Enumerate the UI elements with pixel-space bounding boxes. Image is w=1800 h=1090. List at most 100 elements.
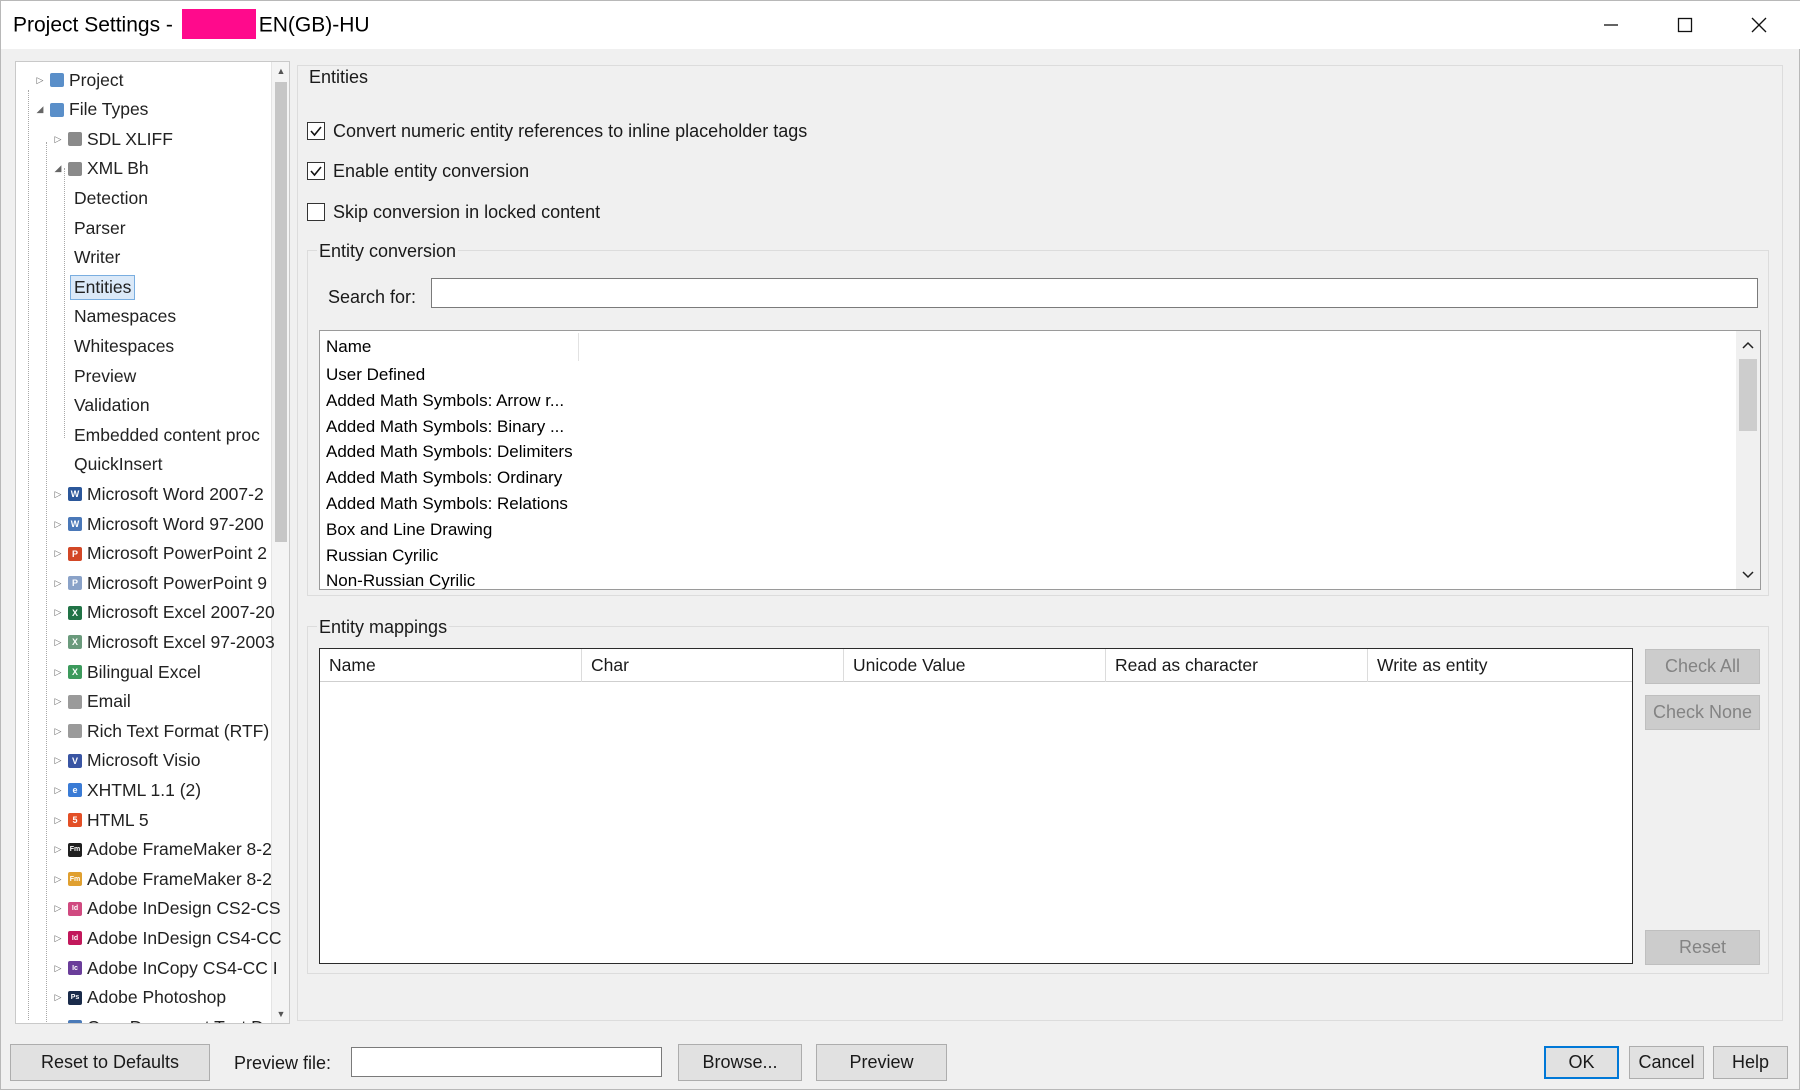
entity-set-list-item[interactable]: Added Math Symbols: Ordinary xyxy=(326,468,562,488)
reset-to-defaults-button[interactable]: Reset to Defaults xyxy=(10,1044,210,1081)
column-header-char[interactable]: Char xyxy=(582,649,844,682)
tree-item[interactable]: ▷ V Microsoft Visio xyxy=(55,747,201,775)
tree-item[interactable]: ▷ X Microsoft Excel 2007-20 xyxy=(55,599,275,627)
browse-button[interactable]: Browse... xyxy=(678,1044,802,1081)
tree-item[interactable]: ▷ 5 HTML 5 xyxy=(55,806,149,834)
tree-item[interactable]: ▷ X Microsoft Excel 97-2003 xyxy=(55,628,275,656)
collapsed-arrow-icon[interactable]: ▷ xyxy=(53,696,63,707)
list-column-header-name[interactable]: Name xyxy=(326,337,371,357)
preview-file-input[interactable] xyxy=(351,1047,662,1077)
tree-item[interactable]: Namespaces xyxy=(74,303,176,331)
collapsed-arrow-icon[interactable]: ▷ xyxy=(53,963,63,973)
tree-item[interactable]: ▷ Id Adobe InDesign CS2-CS xyxy=(55,895,281,923)
scroll-down-arrow-icon[interactable]: ▼ xyxy=(272,1005,289,1023)
collapsed-arrow-icon[interactable]: ▷ xyxy=(53,903,63,914)
entity-set-list-item[interactable]: Russian Cyrilic xyxy=(326,546,438,566)
tree-item[interactable]: Writer xyxy=(74,244,120,272)
check-none-button[interactable]: Check None xyxy=(1645,695,1760,730)
preview-button[interactable]: Preview xyxy=(816,1044,947,1081)
collapsed-arrow-icon[interactable]: ▷ xyxy=(53,844,63,855)
tree-item[interactable]: ▷ Fm Adobe FrameMaker 8-2 xyxy=(55,865,272,893)
cancel-button[interactable]: Cancel xyxy=(1629,1046,1704,1079)
enable-entity-conversion-checkbox[interactable]: Enable entity conversion xyxy=(307,159,529,183)
tree-item[interactable]: ▷ W Microsoft Word 97-200 xyxy=(55,510,264,538)
collapsed-arrow-icon[interactable]: ▷ xyxy=(53,607,63,618)
tree-item[interactable]: ▷ e XHTML 1.1 (2) xyxy=(55,776,202,804)
tree-item[interactable]: QuickInsert xyxy=(74,451,163,479)
entity-set-list-item[interactable]: Added Math Symbols: Delimiters xyxy=(326,442,573,462)
tree-item[interactable]: ▷ Email xyxy=(55,688,131,716)
scroll-down-chevron-icon[interactable] xyxy=(1736,563,1760,587)
tree-item[interactable]: ▷ SDL XLIFF xyxy=(55,125,173,153)
column-header-read-as-character[interactable]: Read as character xyxy=(1106,649,1368,682)
tree-scrollbar[interactable]: ▲ ▼ xyxy=(271,62,289,1023)
entity-search-input[interactable] xyxy=(431,278,1758,308)
tree-item[interactable]: Entities xyxy=(70,273,136,301)
tree-item[interactable]: ▷ Ps Adobe Photoshop xyxy=(55,984,227,1012)
collapsed-arrow-icon[interactable]: ▷ xyxy=(53,785,63,795)
tree-item[interactable]: ◢ XML Bh xyxy=(55,155,149,183)
column-header-unicode-value[interactable]: Unicode Value xyxy=(844,649,1106,682)
tree-item[interactable]: ▷ X Bilingual Excel xyxy=(55,658,201,686)
entity-set-list-item[interactable]: Added Math Symbols: Arrow r... xyxy=(326,391,564,411)
entity-set-list[interactable]: Name User Defined Added Math Symbols: Arr… xyxy=(319,330,1761,590)
entity-set-list-item[interactable]: Box and Line Drawing xyxy=(326,520,492,540)
checkbox-box[interactable] xyxy=(307,203,325,221)
checkbox-box[interactable] xyxy=(307,122,325,140)
column-header-name[interactable]: Name xyxy=(320,649,582,682)
tree-scroll-thumb[interactable] xyxy=(275,82,287,542)
collapsed-arrow-icon[interactable]: ▷ xyxy=(53,637,63,647)
list-scroll-thumb[interactable] xyxy=(1739,359,1757,431)
entity-set-list-item[interactable]: Non-Russian Cyrilic xyxy=(326,571,475,589)
tree-item[interactable]: ▷ Id Adobe InDesign CS4-CC xyxy=(55,924,282,952)
check-all-button[interactable]: Check All xyxy=(1645,649,1760,684)
entity-set-list-item[interactable]: User Defined xyxy=(326,365,425,385)
collapsed-arrow-icon[interactable]: ▷ xyxy=(53,519,63,529)
tree-item[interactable]: Embedded content proc xyxy=(74,421,260,449)
tree-item[interactable]: ▷ Rich Text Format (RTF) xyxy=(55,717,270,745)
scroll-up-arrow-icon[interactable]: ▲ xyxy=(272,62,289,80)
collapsed-arrow-icon[interactable]: ▷ xyxy=(53,992,63,1003)
entity-set-list-item[interactable]: Added Math Symbols: Relations xyxy=(326,494,568,514)
entity-mappings-table[interactable]: Name Char Unicode Value Read as characte… xyxy=(319,648,1633,964)
expanded-arrow-icon[interactable]: ◢ xyxy=(53,163,63,174)
reset-button[interactable]: Reset xyxy=(1645,930,1760,965)
tree-item[interactable]: Detection xyxy=(74,184,148,212)
tree-item[interactable]: ▷ OpenDocument Text D xyxy=(55,1013,264,1023)
collapsed-arrow-icon[interactable]: ▷ xyxy=(53,726,63,736)
column-header-write-as-entity[interactable]: Write as entity xyxy=(1368,649,1632,682)
tree-item[interactable]: Preview xyxy=(74,362,136,390)
tree-item[interactable]: ▷ Ic Adobe InCopy CS4-CC I xyxy=(55,954,278,982)
skip-locked-content-checkbox[interactable]: Skip conversion in locked content xyxy=(307,200,600,224)
collapsed-arrow-icon[interactable]: ▷ xyxy=(53,933,63,943)
tree-item[interactable]: ◢ File Types xyxy=(37,96,149,124)
tree-item[interactable]: ▷ Fm Adobe FrameMaker 8-2 xyxy=(55,836,272,864)
ok-button[interactable]: OK xyxy=(1544,1046,1619,1079)
help-button[interactable]: Help xyxy=(1713,1046,1788,1079)
tree-item[interactable]: ▷ Project xyxy=(37,66,124,94)
collapsed-arrow-icon[interactable]: ▷ xyxy=(53,755,63,766)
expanded-arrow-icon[interactable]: ◢ xyxy=(35,104,45,115)
close-button[interactable] xyxy=(1723,1,1795,49)
tree-item[interactable]: Parser xyxy=(74,214,126,242)
minimize-button[interactable] xyxy=(1575,1,1647,49)
collapsed-arrow-icon[interactable]: ▷ xyxy=(53,548,63,559)
collapsed-arrow-icon[interactable]: ▷ xyxy=(53,815,63,825)
list-scrollbar[interactable] xyxy=(1736,331,1760,589)
collapsed-arrow-icon[interactable]: ▷ xyxy=(53,489,63,499)
entity-set-list-item[interactable]: Added Math Symbols: Binary ... xyxy=(326,417,564,437)
collapsed-arrow-icon[interactable]: ▷ xyxy=(53,874,63,884)
tree-item[interactable]: ▷ P Microsoft PowerPoint 9 xyxy=(55,569,267,597)
collapsed-arrow-icon[interactable]: ▷ xyxy=(53,134,63,144)
settings-tree[interactable]: ▲ ▼ ▷ Project ◢ File Types ▷ SDL XLIFF ◢ XML Bh… xyxy=(15,61,290,1024)
collapsed-arrow-icon[interactable]: ▷ xyxy=(53,1022,63,1023)
tree-item[interactable]: Validation xyxy=(74,392,150,420)
checkbox-box[interactable] xyxy=(307,162,325,180)
collapsed-arrow-icon[interactable]: ▷ xyxy=(53,667,63,677)
convert-numeric-entities-checkbox[interactable]: Convert numeric entity references to inl… xyxy=(307,119,807,143)
maximize-button[interactable] xyxy=(1649,1,1721,49)
scroll-up-chevron-icon[interactable] xyxy=(1736,333,1760,357)
collapsed-arrow-icon[interactable]: ▷ xyxy=(35,75,45,85)
tree-item[interactable]: ▷ W Microsoft Word 2007-2 xyxy=(55,480,264,508)
tree-item[interactable]: ▷ P Microsoft PowerPoint 2 xyxy=(55,540,267,568)
